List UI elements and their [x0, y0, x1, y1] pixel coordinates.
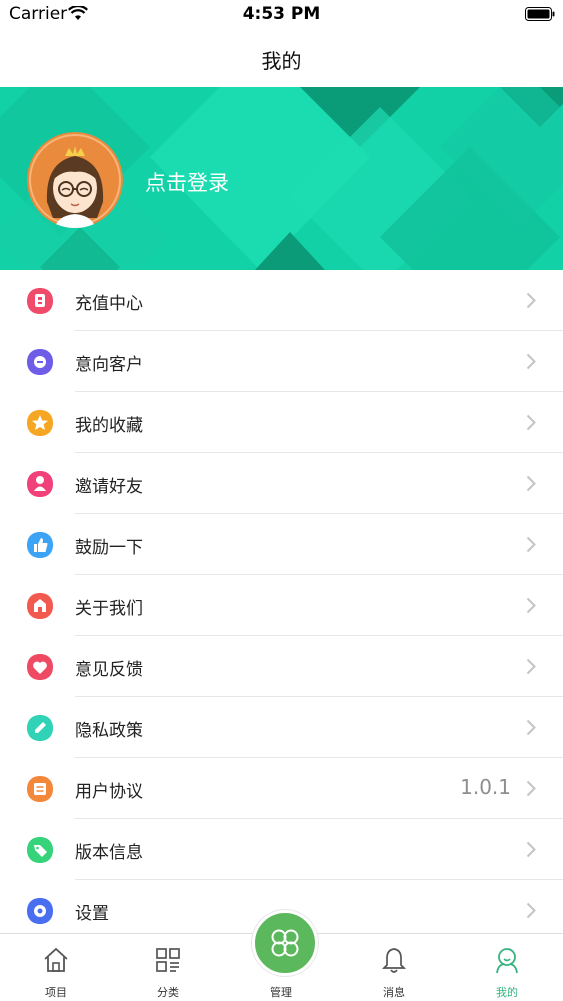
tab-mine[interactable]: 我的	[451, 934, 563, 1001]
menu-item-label: 充值中心	[75, 294, 143, 314]
tab-label: 管理	[270, 986, 292, 999]
chevron-right-icon	[526, 414, 536, 431]
menu-item-label: 鼓励一下	[75, 538, 143, 558]
thumbs-up-icon	[27, 532, 53, 558]
menu-item-label: 我的收藏	[75, 416, 143, 436]
menu-item-label: 意见反馈	[75, 660, 143, 680]
home-icon	[44, 947, 68, 972]
bell-icon	[381, 948, 407, 973]
chevron-right-icon	[526, 475, 536, 492]
user-icon	[496, 948, 518, 974]
feedback-icon	[27, 654, 53, 680]
about-icon	[27, 593, 53, 619]
tab-messages[interactable]: 消息	[338, 934, 450, 1001]
chevron-right-icon	[526, 536, 536, 553]
chevron-right-icon	[526, 719, 536, 736]
tab-label: 消息	[383, 986, 405, 999]
tab-label: 分类	[157, 986, 179, 999]
invite-icon	[27, 471, 53, 497]
chevron-right-icon	[526, 658, 536, 675]
menu-item-label: 用户协议	[75, 782, 143, 802]
menu-item-label: 设置	[75, 904, 109, 924]
settings-menu: 充值中心 意向客户 我的收藏 邀请好友 鼓励一下 关于我们 意见反馈 隐私政策 …	[0, 270, 563, 941]
page-title: 我的	[261, 49, 302, 73]
menu-item-encourage[interactable]: 鼓励一下	[0, 514, 563, 575]
battery-icon	[525, 7, 555, 21]
menu-item-agreement[interactable]: 用户协议 1.0.1	[0, 758, 563, 819]
menu-item-label: 关于我们	[75, 599, 143, 619]
chevron-right-icon	[526, 353, 536, 370]
status-time: 4:53 PM	[242, 4, 321, 24]
clover-icon	[271, 929, 299, 957]
chevron-right-icon	[526, 841, 536, 858]
login-link[interactable]: 点击登录	[145, 167, 229, 197]
menu-item-invite[interactable]: 邀请好友	[0, 453, 563, 514]
manage-center-button[interactable]	[252, 910, 318, 976]
tab-label: 项目	[45, 986, 67, 999]
recharge-icon	[27, 288, 53, 314]
avatar-girl-icon	[27, 132, 123, 228]
profile-banner[interactable]: 点击登录	[0, 87, 563, 270]
version-tag-icon	[27, 837, 53, 863]
menu-item-label: 邀请好友	[75, 477, 143, 497]
category-icon	[156, 948, 180, 972]
agreement-icon	[27, 776, 53, 802]
menu-item-version[interactable]: 版本信息	[0, 819, 563, 880]
version-value: 1.0.1	[460, 775, 511, 799]
menu-item-feedback[interactable]: 意见反馈	[0, 636, 563, 697]
menu-item-customers[interactable]: 意向客户	[0, 331, 563, 392]
privacy-icon	[27, 715, 53, 741]
menu-item-label: 隐私政策	[75, 721, 143, 741]
star-icon	[27, 410, 53, 436]
menu-item-favorites[interactable]: 我的收藏	[0, 392, 563, 453]
tab-projects[interactable]: 项目	[0, 934, 112, 1001]
chevron-right-icon	[526, 902, 536, 919]
tab-label: 我的	[496, 986, 518, 999]
tab-category[interactable]: 分类	[112, 934, 224, 1001]
chevron-right-icon	[526, 292, 536, 309]
chevron-right-icon	[526, 780, 536, 797]
navigation-bar: 我的	[0, 30, 563, 87]
menu-item-label: 版本信息	[75, 843, 143, 863]
chevron-right-icon	[526, 597, 536, 614]
avatar[interactable]	[27, 132, 123, 228]
settings-icon	[27, 898, 53, 924]
menu-item-privacy[interactable]: 隐私政策	[0, 697, 563, 758]
menu-item-label: 意向客户	[75, 355, 143, 375]
menu-item-recharge[interactable]: 充值中心	[0, 270, 563, 331]
menu-item-about[interactable]: 关于我们	[0, 575, 563, 636]
customer-icon	[27, 349, 53, 375]
status-bar: Carrier 4:53 PM	[0, 0, 563, 30]
